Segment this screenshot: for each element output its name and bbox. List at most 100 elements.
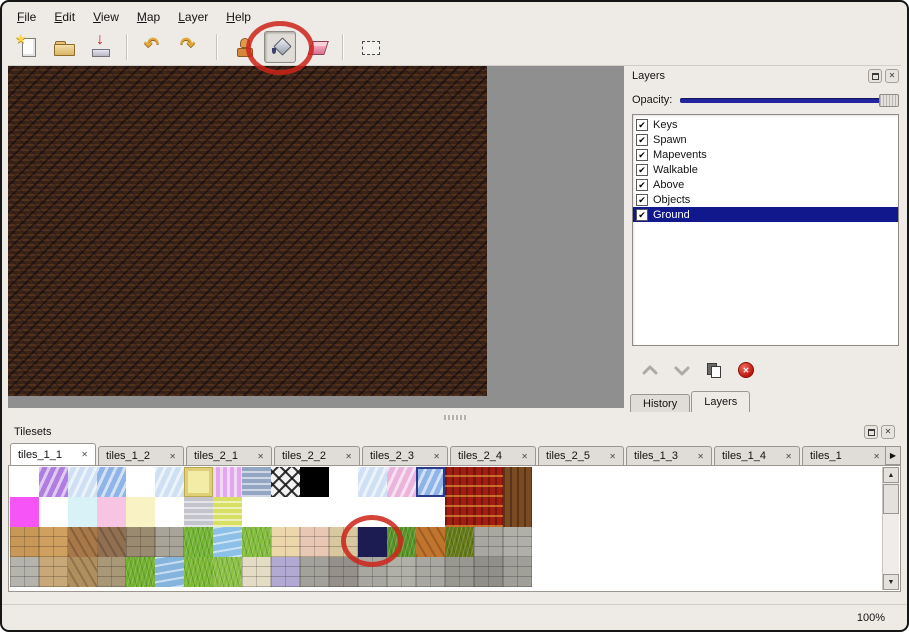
close-tab-icon[interactable]: ✕: [521, 452, 528, 461]
close-panel-button[interactable]: ✕: [881, 425, 895, 439]
close-panel-button[interactable]: ✕: [885, 69, 899, 83]
tileset-tile-r3c7[interactable]: [184, 527, 213, 557]
tileset-tile-r4c7[interactable]: [184, 557, 213, 587]
tileset-tile-r1c12[interactable]: [329, 467, 358, 497]
tileset-tile-r3c18[interactable]: [503, 527, 532, 557]
layer-row-objects[interactable]: ✔Objects: [633, 192, 898, 207]
stamp-brush-button[interactable]: [228, 31, 260, 63]
eraser-button[interactable]: [300, 31, 332, 63]
layer-row-ground[interactable]: ✔Ground: [633, 207, 898, 222]
tileset-tab-tiles_2_1[interactable]: tiles_2_1✕: [186, 446, 272, 465]
tileset-tile-r3c5[interactable]: [126, 527, 155, 557]
tileset-tile-r2c2[interactable]: [39, 497, 68, 527]
rect-select-button[interactable]: [354, 31, 386, 63]
tileset-tile-r2c7[interactable]: [184, 497, 213, 527]
tileset-tile-r2c5[interactable]: [126, 497, 155, 527]
tileset-tile-r1c4[interactable]: [97, 467, 126, 497]
tileset-tab-tiles_1_3[interactable]: tiles_1_3✕: [626, 446, 712, 465]
close-tab-icon[interactable]: ✕: [697, 452, 704, 461]
menu-item-map[interactable]: Map: [128, 7, 169, 27]
layer-visible-checkbox[interactable]: ✔: [636, 164, 648, 176]
tileset-tile-r2c9[interactable]: [242, 497, 271, 527]
new-map-button[interactable]: [12, 31, 44, 63]
layer-row-above[interactable]: ✔Above: [633, 177, 898, 192]
tileset-tile-r3c17[interactable]: [474, 527, 503, 557]
dock-splitter[interactable]: [8, 412, 901, 422]
raise-layer-button[interactable]: [640, 360, 660, 380]
menu-item-layer[interactable]: Layer: [169, 7, 217, 27]
tileset-tile-r1c11[interactable]: [300, 467, 329, 497]
tileset-scrollbar[interactable]: ▲ ▼: [882, 467, 899, 590]
tileset-tile-r3c8[interactable]: [213, 527, 242, 557]
tileset-tile-r2c18[interactable]: [503, 497, 532, 527]
tileset-tile-r4c4[interactable]: [97, 557, 126, 587]
tileset-tile-r1c8[interactable]: [213, 467, 242, 497]
tileset-tile-r3c1[interactable]: [10, 527, 39, 557]
tileset-tile-r2c12[interactable]: [329, 497, 358, 527]
close-tab-icon[interactable]: ✕: [873, 452, 880, 461]
tileset-tab-tiles_2_4[interactable]: tiles_2_4✕: [450, 446, 536, 465]
tileset-tile-r2c6[interactable]: [155, 497, 184, 527]
tileset-tile-r2c8[interactable]: [213, 497, 242, 527]
layer-visible-checkbox[interactable]: ✔: [636, 134, 648, 146]
tileset-tile-r4c17[interactable]: [474, 557, 503, 587]
tileset-tile-r1c14[interactable]: [387, 467, 416, 497]
tileset-tab-tiles_1_4[interactable]: tiles_1_4✕: [714, 446, 800, 465]
tileset-tile-r1c18[interactable]: [503, 467, 532, 497]
layer-row-mapevents[interactable]: ✔Mapevents: [633, 147, 898, 162]
close-tab-icon[interactable]: ✕: [433, 452, 440, 461]
layer-visible-checkbox[interactable]: ✔: [636, 179, 648, 191]
layer-visible-checkbox[interactable]: ✔: [636, 149, 648, 161]
tileset-tile-r4c8[interactable]: [213, 557, 242, 587]
tileset-tab-tiles_2_3[interactable]: tiles_2_3✕: [362, 446, 448, 465]
tileset-tile-r2c11[interactable]: [300, 497, 329, 527]
map-viewport[interactable]: [8, 66, 624, 408]
tileset-tile-r1c13[interactable]: [358, 467, 387, 497]
tileset-tile-r2c10[interactable]: [271, 497, 300, 527]
tileset-tile-r4c9[interactable]: [242, 557, 271, 587]
tileset-tile-r1c17[interactable]: [474, 467, 503, 497]
tileset-tile-r1c9[interactable]: [242, 467, 271, 497]
tileset-tile-r4c11[interactable]: [300, 557, 329, 587]
tileset-tile-r1c6[interactable]: [155, 467, 184, 497]
layer-visible-checkbox[interactable]: ✔: [636, 209, 648, 221]
tileset-tile-r4c14[interactable]: [387, 557, 416, 587]
tileset-tile-r3c3[interactable]: [68, 527, 97, 557]
tileset-tile-r1c10[interactable]: [271, 467, 300, 497]
dock-tab-layers[interactable]: Layers: [691, 391, 750, 412]
tileset-tile-r3c12[interactable]: [329, 527, 358, 557]
tileset-tile-r2c16[interactable]: [445, 497, 474, 527]
layer-row-spawn[interactable]: ✔Spawn: [633, 132, 898, 147]
tileset-tile-r3c11[interactable]: [300, 527, 329, 557]
layer-visible-checkbox[interactable]: ✔: [636, 119, 648, 131]
scroll-down-button[interactable]: ▼: [883, 574, 899, 590]
scroll-up-button[interactable]: ▲: [883, 467, 899, 483]
opacity-slider-handle[interactable]: [879, 94, 899, 107]
close-tab-icon[interactable]: ✕: [169, 452, 176, 461]
close-tab-icon[interactable]: ✕: [81, 450, 88, 459]
save-map-button[interactable]: [84, 31, 116, 63]
tileset-tab-tiles_2_2[interactable]: tiles_2_2✕: [274, 446, 360, 465]
tileset-tab-tiles_1_1[interactable]: tiles_1_1✕: [10, 443, 96, 465]
bucket-fill-button[interactable]: [264, 31, 296, 63]
close-tab-icon[interactable]: ✕: [345, 452, 352, 461]
tileset-tile-r3c13[interactable]: [358, 527, 387, 557]
layer-visible-checkbox[interactable]: ✔: [636, 194, 648, 206]
tileset-tile-r3c4[interactable]: [97, 527, 126, 557]
tileset-tile-r3c6[interactable]: [155, 527, 184, 557]
tileset-tile-r2c15[interactable]: [416, 497, 445, 527]
tileset-tile-r1c1[interactable]: [10, 467, 39, 497]
tileset-tile-r4c13[interactable]: [358, 557, 387, 587]
tileset-tile-r3c2[interactable]: [39, 527, 68, 557]
tileset-tile-r2c3[interactable]: [68, 497, 97, 527]
close-tab-icon[interactable]: ✕: [257, 452, 264, 461]
menu-item-view[interactable]: View: [84, 7, 128, 27]
layer-row-walkable[interactable]: ✔Walkable: [633, 162, 898, 177]
tileset-tile-r1c7[interactable]: [184, 467, 213, 497]
duplicate-layer-button[interactable]: [704, 360, 724, 380]
tileset-tile-r2c14[interactable]: [387, 497, 416, 527]
tileset-tile-r4c16[interactable]: [445, 557, 474, 587]
tileset-tile-r4c12[interactable]: [329, 557, 358, 587]
tileset-tile-r1c16[interactable]: [445, 467, 474, 497]
close-tab-icon[interactable]: ✕: [785, 452, 792, 461]
